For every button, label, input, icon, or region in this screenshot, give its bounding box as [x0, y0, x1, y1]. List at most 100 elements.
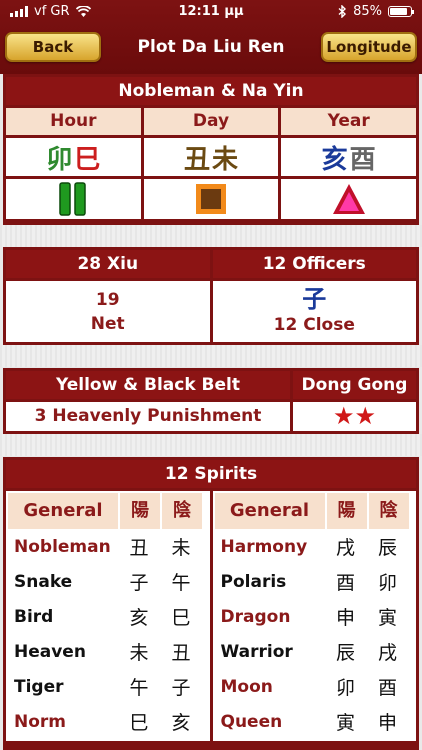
yang-branch: 未 [129, 642, 149, 664]
spirits-title: 12 Spirits [6, 460, 416, 488]
officers-value[interactable]: 子 12 Close [212, 281, 416, 342]
spirit-row[interactable]: Nobleman 丑未 [8, 529, 208, 564]
spirit-row[interactable]: Queen 寅申 [215, 704, 415, 739]
day-header: Day [143, 108, 279, 135]
hour-branch-1: 卯 [46, 144, 73, 175]
hour-branches[interactable]: 卯 巳 [6, 138, 141, 176]
yin-header: 陰 [162, 493, 202, 529]
yang-branch: 酉 [335, 572, 355, 594]
day-element[interactable] [143, 179, 279, 219]
donggong-title: Dong Gong [293, 371, 416, 399]
year-branch-2: 酉 [349, 144, 376, 175]
xiu-value[interactable]: 19 Net [6, 281, 210, 342]
spirit-name: Dragon [220, 606, 291, 627]
year-element[interactable] [281, 179, 417, 219]
yin-branch: 辰 [377, 537, 397, 559]
day-branch-1: 丑 [183, 144, 210, 175]
wood-bars-icon [59, 182, 87, 216]
yang-branch: 卯 [335, 677, 355, 699]
yang-branch: 丑 [129, 537, 149, 559]
spirit-row[interactable]: Snake 子午 [8, 564, 208, 599]
spirit-name: Heaven [14, 641, 86, 662]
officers-char: 子 [302, 283, 327, 313]
year-branch-1: 亥 [321, 144, 348, 175]
officers-label: 12 Close [273, 314, 355, 335]
yang-header: 陽 [120, 493, 160, 529]
general-header: General [8, 493, 118, 529]
spirit-row[interactable]: Dragon 申寅 [215, 599, 415, 634]
spirit-name: Bird [14, 606, 54, 627]
yang-branch: 午 [129, 677, 149, 699]
spirit-row[interactable]: Bird 亥巳 [8, 599, 208, 634]
belt-value[interactable]: 3 Heavenly Punishment [6, 402, 290, 431]
belt-panel: Yellow & Black Belt 3 Heavenly Punishmen… [3, 368, 419, 434]
yin-branch: 酉 [377, 677, 397, 699]
yin-branch: 午 [171, 572, 191, 594]
yang-header: 陽 [326, 493, 367, 529]
year-branches[interactable]: 亥 酉 [281, 138, 417, 176]
day-branches[interactable]: 丑 未 [143, 138, 279, 176]
spirit-name: Harmony [220, 536, 308, 557]
yang-branch: 子 [129, 572, 149, 594]
separator [0, 434, 422, 456]
yin-branch: 未 [171, 537, 191, 559]
spirit-name: Polaris [220, 571, 287, 592]
xiu-title: 28 Xiu [6, 250, 210, 278]
yang-branch: 戌 [335, 537, 355, 559]
spirit-name: Moon [220, 676, 273, 697]
spirit-name: Warrior [220, 641, 293, 662]
bluetooth-icon [338, 5, 347, 18]
xiu-number: 19 [95, 289, 120, 310]
fire-triangle-icon [332, 184, 365, 214]
day-branch-2: 未 [212, 144, 239, 175]
belt-title: Yellow & Black Belt [6, 371, 290, 399]
nobleman-panel: Nobleman & Na Yin Hour Day Year 卯 巳 丑 未 … [3, 74, 419, 225]
yin-branch: 丑 [171, 642, 191, 664]
yin-branch: 子 [171, 677, 191, 699]
earth-square-icon [196, 184, 226, 214]
status-bar: vf GR 12:11 μμ 85% [0, 0, 422, 24]
spirit-row[interactable]: Harmony 戌辰 [215, 529, 415, 564]
separator [0, 225, 422, 247]
spirits-table-left: General 陽 陰 Nobleman 丑未 Snake 子午 Bird 亥巳 Heave… [6, 491, 210, 741]
nobleman-title: Nobleman & Na Yin [6, 77, 416, 105]
year-header: Year [281, 108, 417, 135]
battery-icon [388, 6, 414, 17]
spirit-name: Norm [14, 711, 67, 732]
spirit-name: Tiger [14, 676, 64, 697]
spirit-row[interactable]: Heaven 未丑 [8, 634, 208, 669]
longitude-button[interactable]: Longitude [321, 32, 417, 62]
yin-header: 陰 [368, 493, 409, 529]
top-bar: vf GR 12:11 μμ 85% Back Plot Da Liu Ren … [0, 0, 422, 74]
yang-branch: 巳 [129, 712, 149, 734]
spirit-row[interactable]: Norm 巳亥 [8, 704, 208, 739]
spirit-row[interactable]: Moon 卯酉 [215, 669, 415, 704]
spirits-panel: 12 Spirits General 陽 陰 Nobleman 丑未 Snake 子午… [3, 457, 419, 750]
separator [0, 345, 422, 367]
yang-branch: 申 [335, 607, 355, 629]
battery-percent: 85% [353, 4, 382, 19]
hour-element[interactable] [6, 179, 141, 219]
spirit-row[interactable]: Warrior 辰戌 [215, 634, 415, 669]
yin-branch: 巳 [171, 607, 191, 629]
officers-title: 12 Officers [212, 250, 416, 278]
yang-branch: 辰 [335, 642, 355, 664]
hour-branch-2: 巳 [74, 144, 101, 175]
xiu-officers-panel: 28 Xiu 19 Net 12 Officers 子 12 Close [3, 247, 419, 345]
yin-branch: 申 [377, 712, 397, 734]
yin-branch: 寅 [377, 607, 397, 629]
donggong-stars[interactable]: ★★ [293, 402, 416, 431]
spirit-row[interactable]: Polaris 酉卯 [215, 564, 415, 599]
general-header: General [214, 493, 325, 529]
spirit-row[interactable]: Tiger 午子 [8, 669, 208, 704]
yin-branch: 亥 [171, 712, 191, 734]
yin-branch: 卯 [377, 572, 397, 594]
spirit-name: Nobleman [14, 536, 111, 557]
yin-branch: 戌 [377, 642, 397, 664]
yang-branch: 亥 [129, 607, 149, 629]
spirits-table-right: General 陽 陰 Harmony 戌辰 Polaris 酉卯 Dragon 申寅 Wa… [212, 491, 416, 741]
hour-header: Hour [6, 108, 141, 135]
spirit-name: Snake [14, 571, 73, 592]
xiu-name: Net [90, 313, 125, 334]
spirit-name: Queen [220, 711, 283, 732]
